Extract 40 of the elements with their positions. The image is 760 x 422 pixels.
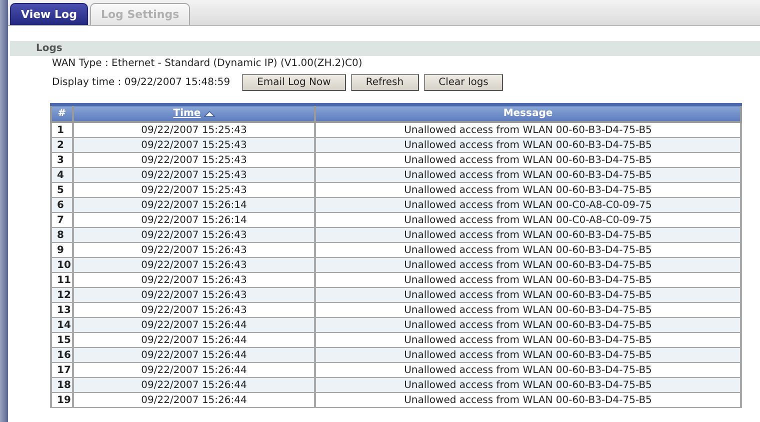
row-number: 16 — [51, 348, 73, 362]
message-cell: Unallowed access from WLAN 00-60-B3-D4-75-B5 — [315, 258, 741, 272]
timestamp-cell: 09/22/2007 15:26:44 — [73, 378, 315, 392]
message-cell: Unallowed access from WLAN 00-60-B3-D4-75-B5 — [315, 348, 741, 362]
row-number: 4 — [51, 168, 73, 182]
column-header: Message — [315, 104, 741, 122]
column-header: # — [51, 104, 73, 122]
timestamp-cell: 09/22/2007 15:26:44 — [73, 348, 315, 362]
action-button[interactable]: Clear logs — [424, 74, 504, 91]
sort-up-icon[interactable] — [204, 110, 215, 116]
message-cell: Unallowed access from WLAN 00-60-B3-D4-75-B5 — [315, 288, 741, 302]
row-number: 2 — [51, 138, 73, 152]
row-number: 18 — [51, 378, 73, 392]
section-title: Logs — [36, 43, 62, 54]
tab[interactable]: View Log — [10, 3, 88, 25]
timestamp-cell: 09/22/2007 15:26:44 — [73, 392, 315, 408]
message-cell: Unallowed access from WLAN 00-60-B3-D4-75-B5 — [315, 228, 741, 242]
message-cell: Unallowed access from WLAN 00-60-B3-D4-75-B5 — [315, 168, 741, 182]
row-number: 6 — [51, 198, 73, 212]
display-time-text: Display time : 09/22/2007 15:48:59 — [52, 77, 230, 88]
timestamp-cell: 09/22/2007 15:26:14 — [73, 198, 315, 212]
row-number: 12 — [51, 288, 73, 302]
row-number: 8 — [51, 228, 73, 242]
timestamp-cell: 09/22/2007 15:26:43 — [73, 258, 315, 272]
row-number: 19 — [51, 392, 73, 408]
row-number: 10 — [51, 258, 73, 272]
timestamp-cell: 09/22/2007 15:26:43 — [73, 288, 315, 302]
wan-type-text: WAN Type : Ethernet - Standard (Dynamic IP) (V1.00(ZH.2)C0) — [52, 58, 364, 69]
timestamp-cell: 09/22/2007 15:25:43 — [73, 138, 315, 152]
message-cell: Unallowed access from WLAN 00-C0-A8-C0-09-75 — [315, 198, 741, 212]
message-cell: Unallowed access from WLAN 00-60-B3-D4-75-B5 — [315, 138, 741, 152]
message-cell: Unallowed access from WLAN 00-60-B3-D4-75-B5 — [315, 392, 741, 408]
message-cell: Unallowed access from WLAN 00-60-B3-D4-75-B5 — [315, 318, 741, 332]
timestamp-cell: 09/22/2007 15:26:44 — [73, 318, 315, 332]
timestamp-cell: 09/22/2007 15:26:43 — [73, 228, 315, 242]
timestamp-cell: 09/22/2007 15:25:43 — [73, 168, 315, 182]
action-button[interactable]: Refresh — [350, 74, 419, 91]
row-number: 14 — [51, 318, 73, 332]
message-cell: Unallowed access from WLAN 00-60-B3-D4-75-B5 — [315, 378, 741, 392]
action-button[interactable]: Email Log Now — [242, 74, 346, 91]
